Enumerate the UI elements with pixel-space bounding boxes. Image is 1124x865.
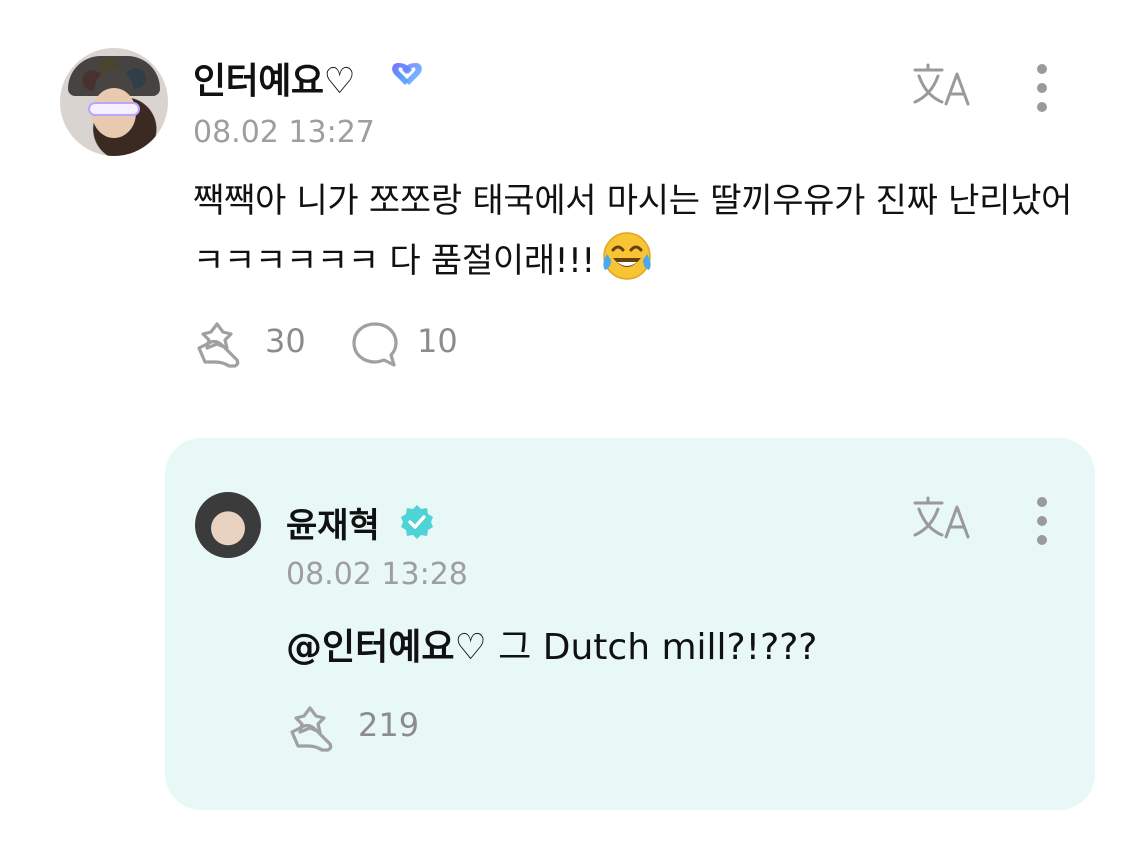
comment-author-name[interactable]: 인터예요♡ — [193, 52, 356, 104]
like-count: 219 — [358, 706, 420, 744]
double-heart-badge-icon — [392, 63, 422, 85]
avatar[interactable] — [195, 492, 261, 558]
like-icon[interactable] — [286, 702, 342, 754]
like-icon[interactable] — [193, 318, 249, 370]
translate-icon[interactable] — [912, 62, 974, 108]
more-vertical-icon[interactable] — [1028, 495, 1056, 547]
comment-body: 짹짹아 니가 쪼쪼랑 태국에서 마시는 딸끼우유가 진짜 난리났어 ㅋㅋㅋㅋㅋㅋ… — [193, 172, 1073, 290]
reply-bubble-icon[interactable] — [350, 320, 400, 368]
reply-timestamp: 08.02 13:28 — [286, 557, 468, 592]
mention-link[interactable]: @인터예요♡ — [286, 627, 487, 668]
verified-badge-icon — [401, 505, 433, 539]
reply-count: 10 — [417, 322, 458, 360]
more-vertical-icon[interactable] — [1028, 62, 1056, 114]
comment-timestamp: 08.02 13:27 — [193, 115, 375, 150]
reply-author-name[interactable]: 윤재혁 — [286, 498, 380, 547]
like-count: 30 — [265, 322, 306, 360]
translate-icon[interactable] — [912, 495, 974, 541]
reply-text: 그 Dutch mill?!??? — [486, 627, 818, 668]
reply-body: @인터예요♡ 그 Dutch mill?!??? — [286, 622, 817, 674]
face-with-tears-of-joy-icon — [603, 232, 651, 280]
avatar[interactable] — [60, 48, 168, 156]
